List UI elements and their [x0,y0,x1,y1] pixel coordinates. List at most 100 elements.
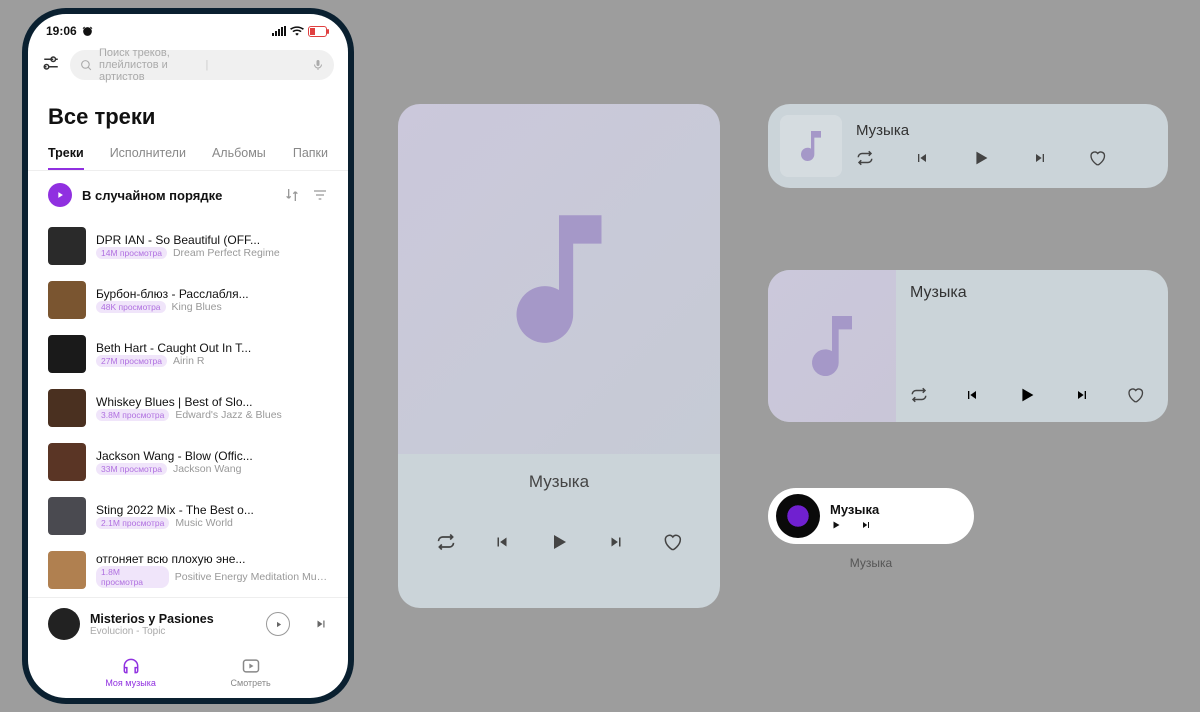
search-row: Поиск треков, плейлистов и артистов | [28,42,348,86]
album-art [48,551,86,589]
sort-icon[interactable] [284,187,300,203]
track-title: DPR IAN - So Beautiful (OFF... [96,233,328,247]
video-icon [241,656,261,676]
track-views: 3.8M просмотра [96,409,169,421]
prev-icon[interactable] [493,533,511,551]
play-icon[interactable] [830,519,842,531]
next-icon[interactable] [860,519,872,531]
music-note-icon [791,126,831,166]
nav-my-music[interactable]: Моя музыка [105,656,156,688]
shuffle-label: В случайном порядке [82,188,274,203]
now-playing-bar[interactable]: Misterios y Pasiones Evolucion - Topic [28,597,348,650]
list-item[interactable]: Sting 2022 Mix - The Best o...2.1M просм… [48,489,328,543]
widget-medium-large[interactable]: Музыка [768,270,1168,422]
widget-medium[interactable]: Музыка [768,104,1168,188]
list-item[interactable]: Jackson Wang - Blow (Offic...33M просмот… [48,435,328,489]
widget-large[interactable]: Музыка [398,104,720,608]
next-icon[interactable] [607,533,625,551]
music-note-icon [792,306,872,386]
search-icon [80,59,93,72]
page-title: Все треки [48,104,328,130]
track-artist: Edward's Jazz & Blues [175,409,281,421]
widget-pill-title: Музыка [830,502,879,517]
prev-icon[interactable] [964,387,980,403]
page-header: Все треки [28,86,348,138]
np-artist: Evolucion - Topic [90,626,256,637]
play-icon[interactable] [547,528,571,556]
widget-large-art [398,104,720,454]
repeat-icon[interactable] [856,149,874,167]
phone-screen: 19:06 Поиск треков, плейлистов и артисто… [28,14,348,698]
widget-pill-caption: Музыка [768,556,974,570]
track-artist: Dream Perfect Regime [173,247,280,259]
battery-icon [308,26,330,37]
prev-icon[interactable] [914,150,930,166]
heart-icon[interactable] [1126,386,1144,404]
album-art [48,497,86,535]
album-art [48,335,86,373]
music-note-icon [474,194,644,364]
play-button[interactable] [266,612,290,636]
widget-pill[interactable]: Музыка [768,488,974,544]
tab-albums[interactable]: Альбомы [212,138,266,170]
track-views: 14M просмотра [96,247,167,259]
phone-frame: 19:06 Поиск треков, плейлистов и артисто… [22,8,354,704]
heart-icon[interactable] [662,532,682,552]
search-placeholder: Поиск треков, плейлистов и артистов [99,47,200,83]
filter-icon[interactable] [312,187,328,203]
alarm-icon [81,25,94,38]
track-artist: Jackson Wang [173,463,241,475]
tab-tracks[interactable]: Треки [48,138,84,170]
track-title: Beth Hart - Caught Out In T... [96,341,328,355]
controls-row: В случайном порядке [28,171,348,219]
heart-icon[interactable] [1088,149,1106,167]
track-title: Sting 2022 Mix - The Best o... [96,503,328,517]
mic-icon[interactable] [312,58,324,72]
widget-med2-title: Музыка [910,284,1168,302]
repeat-icon[interactable] [910,386,928,404]
album-art [48,443,86,481]
track-views: 1.8M просмотра [96,566,169,588]
track-title: отгоняет всю плохую эне... [96,552,328,566]
album-art [48,389,86,427]
play-icon[interactable] [1016,382,1038,408]
track-artist: Airin R [173,355,205,367]
list-item[interactable]: отгоняет всю плохую эне...1.8M просмотра… [48,543,328,597]
search-input[interactable]: Поиск треков, плейлистов и артистов | [70,50,334,80]
track-artist: King Blues [172,301,222,313]
shuffle-button[interactable] [48,183,72,207]
list-item[interactable]: DPR IAN - So Beautiful (OFF...14M просмо… [48,219,328,273]
time: 19:06 [46,24,77,38]
next-icon[interactable] [1074,387,1090,403]
headphones-icon [121,656,141,676]
filters-icon[interactable] [42,54,60,77]
track-title: Whiskey Blues | Best of Slo... [96,395,328,409]
signal-icon [272,26,286,36]
tab-artists[interactable]: Исполнители [110,138,186,170]
track-views: 48K просмотра [96,301,166,313]
nav-watch[interactable]: Смотреть [231,656,271,688]
next-icon[interactable] [314,617,328,631]
statusbar: 19:06 [28,14,348,42]
repeat-icon[interactable] [436,532,456,552]
widget-pill-art [776,494,820,538]
track-list[interactable]: DPR IAN - So Beautiful (OFF...14M просмо… [28,219,348,597]
tab-folders[interactable]: Папки [293,138,328,170]
next-icon[interactable] [1032,150,1048,166]
list-item[interactable]: Beth Hart - Caught Out In T...27M просмо… [48,327,328,381]
list-item[interactable]: Бурбон-блюз - Расслабля...48K просмотраK… [48,273,328,327]
track-views: 33M просмотра [96,463,167,475]
widget-medium-art [780,115,842,177]
track-views: 2.1M просмотра [96,517,169,529]
widget-med2-art [768,270,896,422]
widget-medium-title: Музыка [856,122,1168,139]
np-title: Misterios y Pasiones [90,612,256,626]
wifi-icon [290,26,304,36]
play-icon[interactable] [970,145,992,171]
track-title: Jackson Wang - Blow (Offic... [96,449,328,463]
album-art [48,227,86,265]
track-views: 27M просмотра [96,355,167,367]
track-artist: Music World [175,517,233,529]
list-item[interactable]: Whiskey Blues | Best of Slo...3.8M просм… [48,381,328,435]
album-art [48,281,86,319]
